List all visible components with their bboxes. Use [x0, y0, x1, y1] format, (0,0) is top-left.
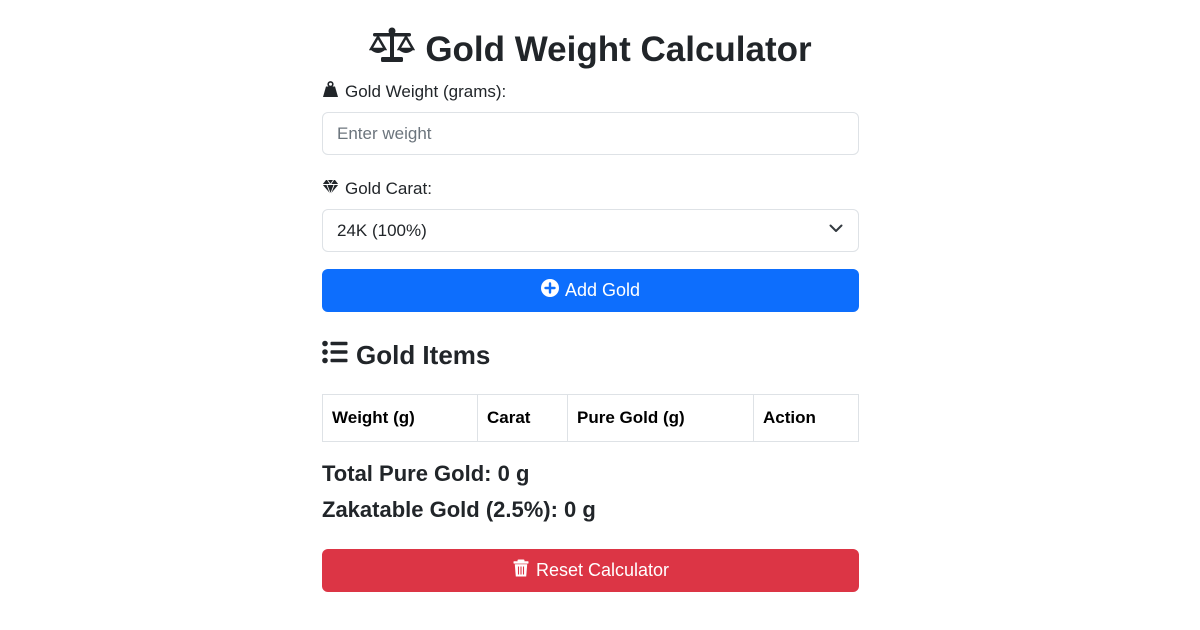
column-header-action: Action: [753, 394, 859, 442]
column-header-carat: Carat: [477, 394, 568, 442]
weight-hanging-icon: [322, 81, 339, 103]
carat-label: Gold Carat:: [322, 178, 432, 200]
carat-label-text: Gold Carat:: [345, 179, 432, 198]
trash-icon: [512, 559, 530, 582]
chevron-down-icon: [828, 220, 844, 241]
total-pure-gold: Total Pure Gold: 0 g: [322, 461, 530, 486]
gold-items-heading-text: Gold Items: [356, 340, 491, 370]
add-gold-button[interactable]: Add Gold: [322, 269, 859, 312]
reset-calculator-button-label: Reset Calculator: [535, 560, 670, 580]
carat-select[interactable]: 24K (100%): [322, 209, 859, 252]
list-icon: [322, 340, 348, 371]
reset-calculator-button[interactable]: Reset Calculator: [322, 549, 859, 592]
column-header-weight: Weight (g): [322, 394, 478, 442]
gold-items-table: Weight (g) Carat Pure Gold (g) Action: [322, 394, 859, 442]
weight-label-text: Gold Weight (grams):: [345, 82, 507, 101]
gem-icon: [322, 178, 339, 200]
column-header-pure-gold: Pure Gold (g): [567, 394, 754, 442]
balance-scale-icon: [369, 26, 416, 73]
weight-input[interactable]: [322, 112, 859, 155]
weight-label: Gold Weight (grams):: [322, 81, 506, 103]
carat-selected-value: 24K (100%): [337, 220, 427, 240]
page-title-text: Gold Weight Calculator: [425, 29, 812, 69]
page-title: Gold Weight Calculator: [322, 26, 859, 73]
table-header-row: Weight (g) Carat Pure Gold (g) Action: [322, 394, 859, 442]
add-gold-button-label: Add Gold: [564, 280, 641, 300]
gold-items-heading: Gold Items: [322, 340, 490, 371]
zakatable-gold: Zakatable Gold (2.5%): 0 g: [322, 497, 596, 522]
plus-circle-icon: [540, 279, 559, 302]
